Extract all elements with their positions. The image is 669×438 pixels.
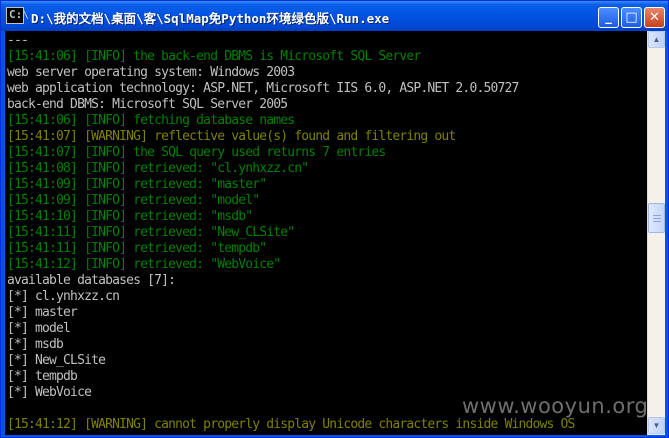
console-line: [15:41:12] [INFO] retrieved: "WebVoice" bbox=[7, 257, 281, 272]
watermark: www.wooyun.org bbox=[462, 394, 649, 418]
console-line: [15:41:07] [INFO] the SQL query used ret… bbox=[7, 145, 386, 160]
console-line: back-end DBMS: Microsoft SQL Server 2005 bbox=[7, 97, 288, 112]
console-line: --- bbox=[7, 33, 29, 48]
close-button[interactable]: ✕ bbox=[644, 7, 665, 28]
console-line: web application technology: ASP.NET, Mic… bbox=[7, 81, 519, 96]
console-line: web server operating system: Windows 200… bbox=[7, 65, 295, 80]
console-line: [*] WebVoice bbox=[7, 385, 92, 400]
console-line: [15:41:06] [INFO] the back-end DBMS is M… bbox=[7, 49, 421, 64]
console-line: [15:41:09] [INFO] retrieved: "model" bbox=[7, 193, 260, 208]
console-line: [15:41:07] [WARNING] reflective value(s)… bbox=[7, 129, 456, 144]
window-title: D:\我的文档\桌面\客\SqlMap免Python环境绿色版\Run.exe bbox=[31, 11, 390, 26]
console-app-icon[interactable]: C:\ bbox=[6, 7, 29, 24]
console-line: [*] master bbox=[7, 305, 78, 320]
console-line: [*] New_CLSite bbox=[7, 353, 106, 368]
scroll-down-arrow-icon[interactable]: ▼ bbox=[648, 417, 665, 434]
console-output[interactable]: --- [15:41:06] [INFO] the back-end DBMS i… bbox=[5, 31, 647, 435]
console-line: [15:41:10] [INFO] retrieved: "msdb" bbox=[7, 209, 253, 224]
minimize-button[interactable]: _ bbox=[598, 7, 619, 28]
console-line: available databases [7]: bbox=[7, 273, 176, 288]
console-line: [15:41:09] [INFO] retrieved: "master" bbox=[7, 177, 267, 192]
console-line: [15:41:06] [INFO] fetching database name… bbox=[7, 113, 295, 128]
console-line: [15:41:12] [WARNING] cannot properly dis… bbox=[7, 417, 575, 432]
title-bar[interactable]: C:\ D:\我的文档\桌面\客\SqlMap免Python环境绿色版\Run.… bbox=[1, 1, 668, 31]
vertical-scrollbar[interactable]: ▲ ▼ bbox=[647, 31, 665, 435]
console-line: [15:41:11] [INFO] retrieved: "tempdb" bbox=[7, 241, 267, 256]
console-line: [15:41:11] [INFO] retrieved: "New_CLSite… bbox=[7, 225, 295, 240]
console-line: [*] model bbox=[7, 321, 71, 336]
console-window: C:\ D:\我的文档\桌面\客\SqlMap免Python环境绿色版\Run.… bbox=[0, 0, 669, 438]
console-app-icon-label: C:\ bbox=[9, 8, 29, 21]
console-line: [15:41:08] [INFO] retrieved: "cl.ynhxzz.… bbox=[7, 161, 309, 176]
maximize-button[interactable]: □ bbox=[621, 7, 642, 28]
scroll-thumb[interactable] bbox=[648, 203, 665, 233]
scroll-thumb-grip bbox=[653, 215, 661, 216]
console-line: [*] msdb bbox=[7, 337, 64, 352]
scroll-up-arrow-icon[interactable]: ▲ bbox=[648, 31, 665, 48]
console-line: [*] cl.ynhxzz.cn bbox=[7, 289, 120, 304]
scroll-thumb-grip bbox=[653, 218, 661, 219]
console-line: [*] tempdb bbox=[7, 369, 78, 384]
scroll-thumb-grip bbox=[653, 221, 661, 222]
